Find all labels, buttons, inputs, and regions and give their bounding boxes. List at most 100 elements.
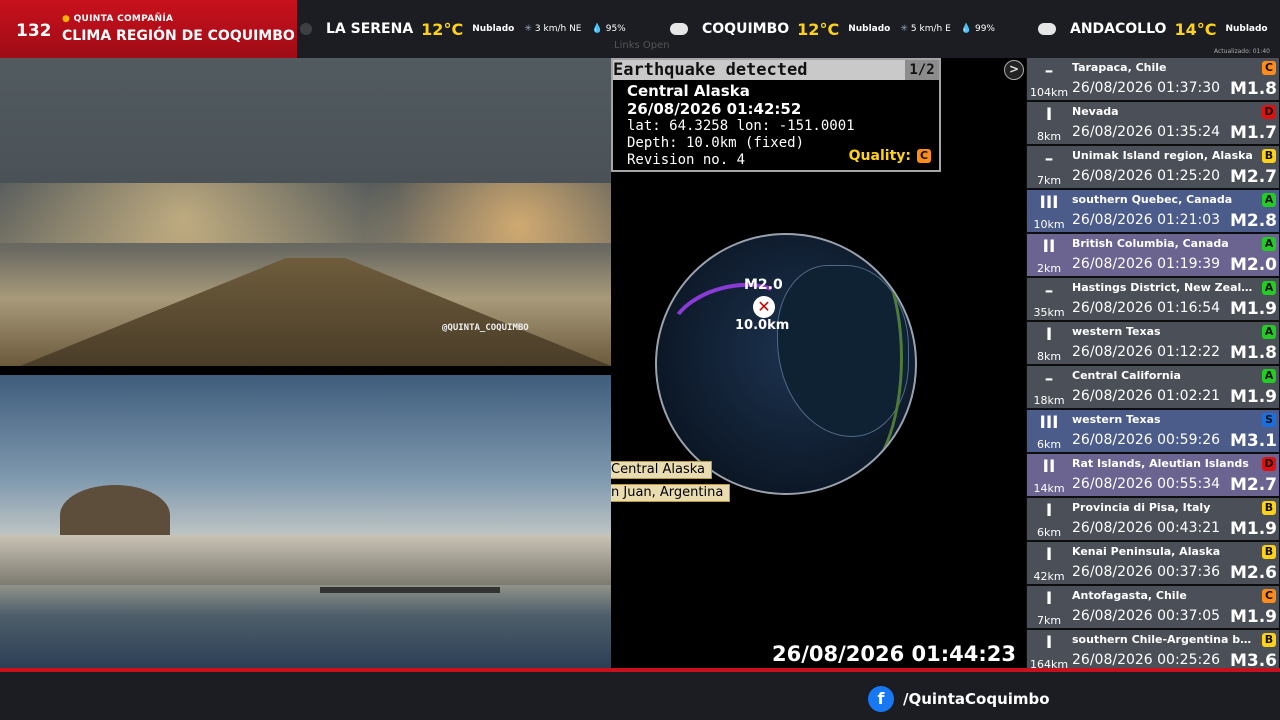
quake-depth: 18km	[1033, 394, 1065, 407]
alert-page-indicator[interactable]: 1/2	[905, 60, 939, 80]
quake-region: Central California	[1072, 369, 1181, 382]
facebook-handle: /QuintaCoquimbo	[903, 690, 1050, 708]
city-temp: 14°C	[1174, 19, 1217, 39]
quake-time: 26/08/2026 00:59:26	[1072, 432, 1221, 448]
quake-region: Nevada	[1072, 105, 1119, 118]
list-item[interactable]: I 8km Nevada 26/08/2026 01:35:24 M1.7 D	[1027, 102, 1279, 144]
quake-depth: 7km	[1036, 174, 1062, 187]
camera-watermark: @QUINTA_COQUIMBO	[442, 323, 529, 333]
list-item[interactable]: I 42km Kenai Peninsula, Alaska 26/08/2026 0…	[1027, 542, 1279, 584]
quake-region: southern Quebec, Canada	[1072, 193, 1233, 206]
list-item[interactable]: I 6km Provincia di Pisa, Italy 26/08/2026 0…	[1027, 498, 1279, 540]
quake-depth: 6km	[1036, 438, 1062, 451]
quake-time: 26/08/2026 01:21:03	[1072, 212, 1221, 228]
quality-badge: C	[917, 149, 931, 163]
quake-region: British Columbia, Canada	[1072, 237, 1229, 250]
city-condition: Nublado	[848, 24, 891, 34]
quake-time: 26/08/2026 00:55:34	[1072, 476, 1221, 492]
alert-header: Earthquake detected 1/2	[613, 60, 939, 80]
intensity-cell: III 6km	[1027, 410, 1071, 452]
intensity-cell: I 8km	[1027, 322, 1071, 364]
quality-label: Quality:	[848, 148, 911, 164]
intensity-value: II	[1042, 457, 1056, 477]
quality-badge: A	[1262, 369, 1276, 383]
alert-datetime: 26/08/2026 01:42:52	[627, 100, 802, 118]
facebook-link[interactable]: f /QuintaCoquimbo	[868, 686, 1050, 712]
quake-time: 26/08/2026 01:37:30	[1072, 80, 1221, 96]
quake-magnitude: M1.8	[1229, 343, 1277, 363]
city-wind-value: 5 km/h E	[910, 24, 951, 34]
intensity-value: I	[1045, 325, 1053, 345]
list-item[interactable]: III 6km western Texas 26/08/2026 00:59:26 M3…	[1027, 410, 1279, 452]
alert-revision: Revision no. 4	[627, 152, 746, 168]
quality-badge: B	[1262, 501, 1276, 515]
alert-quality: Quality: C	[849, 148, 931, 164]
quake-depth: 6km	[1036, 526, 1062, 539]
quake-region: Kenai Peninsula, Alaska	[1072, 545, 1221, 558]
alert-title: Earthquake detected	[613, 60, 808, 80]
background-menu: Links Open	[614, 40, 670, 51]
city-temp: 12°C	[421, 19, 464, 39]
quake-depth: 8km	[1036, 130, 1062, 143]
quake-time: 26/08/2026 01:02:21	[1072, 388, 1221, 404]
quake-depth: 35km	[1033, 306, 1065, 319]
brand-block: 132 ● QUINTA COMPAÑÍA CLIMA REGIÓN DE CO…	[0, 0, 297, 58]
bottom-bar	[0, 672, 1280, 720]
intensity-cell: I 6km	[1027, 498, 1071, 540]
quality-badge: A	[1262, 193, 1276, 207]
city-name: ANDACOLLO	[1070, 21, 1167, 37]
intensity-cell: – 18km	[1027, 366, 1071, 408]
list-item[interactable]: – 7km Unimak Island region, Alaska 26/08/20…	[1027, 146, 1279, 188]
quake-depth: 8km	[1036, 350, 1062, 363]
alert-location: Central Alaska	[627, 82, 750, 100]
epicenter-marker-icon[interactable]: ✕	[753, 296, 775, 318]
quake-magnitude: M2.8	[1229, 211, 1277, 231]
intensity-value: I	[1045, 589, 1053, 609]
list-item[interactable]: I 8km western Texas 26/08/2026 01:12:22 M1.8…	[1027, 322, 1279, 364]
list-item[interactable]: I 164km southern Chile-Argentina border 26/…	[1027, 630, 1279, 672]
city-wind: ✳ 3 km/h NE	[524, 24, 581, 34]
alert-depth: Depth: 10.0km (fixed)	[627, 135, 805, 151]
list-item[interactable]: II 2km British Columbia, Canada 26/08/2026 …	[1027, 234, 1279, 276]
town	[0, 535, 611, 585]
brand-subtitle-text: QUINTA COMPAÑÍA	[73, 14, 174, 24]
facebook-icon: f	[868, 686, 894, 712]
weather-coquimbo: COQUIMBO 12°C Nublado ✳ 5 km/h E 💧 99%	[670, 0, 995, 58]
quake-magnitude: M1.8	[1229, 79, 1277, 99]
list-item[interactable]: – 18km Central California 26/08/2026 01:02:…	[1027, 366, 1279, 408]
quake-magnitude: M1.9	[1229, 387, 1277, 407]
quality-badge: S	[1262, 413, 1276, 427]
quake-depth: 2km	[1036, 262, 1062, 275]
intensity-cell: I 7km	[1027, 586, 1071, 628]
map-tag[interactable]: Central Alaska	[611, 461, 712, 479]
intensity-value: III	[1039, 413, 1059, 433]
roof	[20, 258, 611, 366]
pier	[320, 587, 500, 593]
quality-badge: D	[1262, 105, 1276, 119]
next-arrow-icon[interactable]: >	[1004, 60, 1024, 80]
list-item[interactable]: I 7km Antofagasta, Chile 26/08/2026 00:37:0…	[1027, 586, 1279, 628]
intensity-value: I	[1045, 633, 1053, 653]
list-item[interactable]: III 10km southern Quebec, Canada 26/08/2026…	[1027, 190, 1279, 232]
quake-time: 26/08/2026 00:37:36	[1072, 564, 1221, 580]
list-item[interactable]: – 104km Tarapaca, Chile 26/08/2026 01:37:30…	[1027, 58, 1279, 100]
map-tag[interactable]: n Juan, Argentina	[611, 484, 731, 502]
live-clock: 26/08/2026 01:44:23	[772, 642, 1017, 666]
city-name: COQUIMBO	[702, 21, 790, 37]
quality-badge: A	[1262, 325, 1276, 339]
humidity-icon: 💧	[960, 24, 972, 34]
epicenter-magnitude: M2.0	[744, 277, 783, 293]
list-item[interactable]: II 14km Rat Islands, Aleutian Islands 26/08…	[1027, 454, 1279, 496]
quality-badge: A	[1262, 237, 1276, 251]
intensity-value: –	[1044, 61, 1054, 81]
quake-depth: 42km	[1033, 570, 1065, 583]
city-wind-value: 3 km/h NE	[534, 24, 582, 34]
humidity-icon: 💧	[591, 24, 603, 34]
intensity-cell: – 35km	[1027, 278, 1071, 320]
city-temp: 12°C	[797, 19, 840, 39]
city-humidity: 💧 95%	[592, 24, 626, 34]
quake-time: 26/08/2026 00:25:26	[1072, 652, 1221, 668]
list-item[interactable]: – 35km Hastings District, New Zealand 26/08…	[1027, 278, 1279, 320]
world-globe-map[interactable]	[655, 233, 917, 495]
intensity-cell: – 7km	[1027, 146, 1071, 188]
